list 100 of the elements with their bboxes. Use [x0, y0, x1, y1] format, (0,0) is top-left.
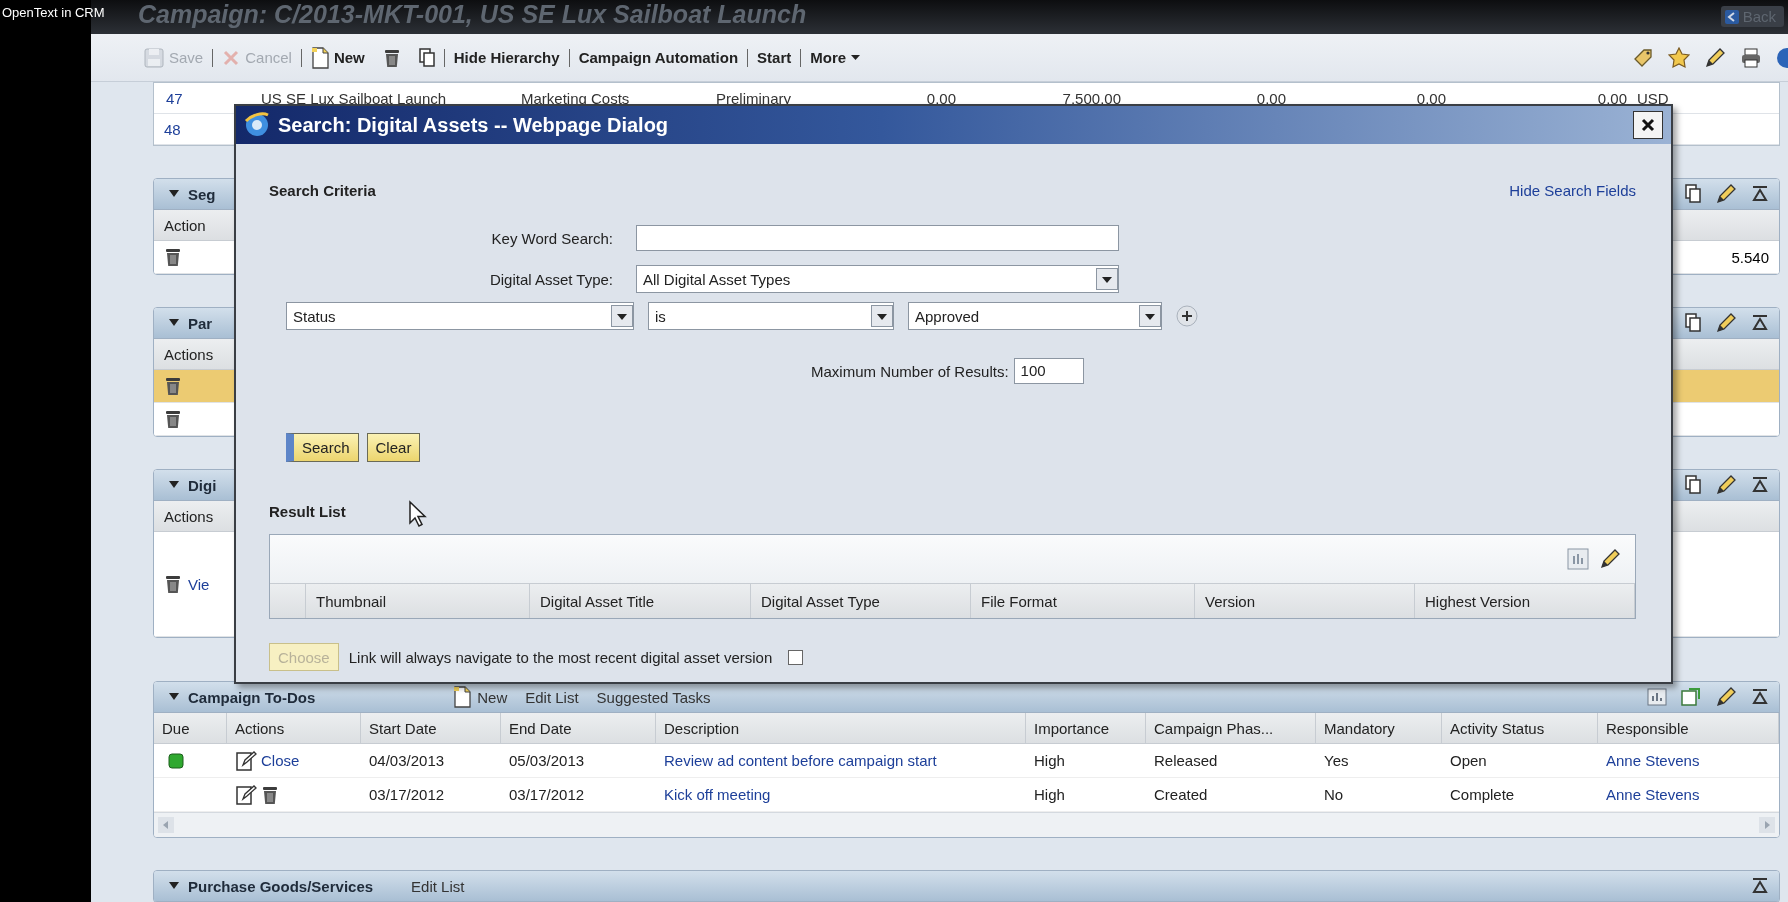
column-header: Actions	[227, 713, 361, 743]
pencil-icon[interactable]	[1715, 474, 1737, 496]
trash-icon[interactable]	[164, 574, 182, 594]
column-header: Importance	[1026, 713, 1146, 743]
section-title: Result List	[269, 503, 346, 522]
toolbar-button[interactable]: Start	[748, 45, 801, 70]
add-criterion-icon[interactable]	[1176, 305, 1198, 327]
edit-note-icon[interactable]	[235, 783, 257, 806]
clear-button[interactable]: Clear	[366, 433, 421, 462]
toolbar-link[interactable]: Suggested Tasks	[596, 688, 711, 706]
copy-icon[interactable]	[1685, 313, 1701, 333]
mouse-pointer-icon	[408, 500, 428, 528]
expand-triangle-icon[interactable]	[168, 881, 180, 891]
collapse-icon[interactable]	[1751, 688, 1769, 706]
table-cell-text: Preliminary	[716, 89, 792, 107]
expand-triangle-icon[interactable]	[168, 692, 180, 702]
close-link[interactable]: Close	[261, 752, 300, 769]
column-header: Description	[656, 713, 1026, 743]
field-label: Key Word Search:	[490, 229, 613, 247]
app-icon	[244, 112, 270, 138]
section-toggle[interactable]: Seg	[168, 185, 216, 203]
export-icon[interactable]	[1681, 687, 1701, 707]
expand-triangle-icon[interactable]	[168, 189, 180, 199]
table-settings-icon[interactable]	[1647, 687, 1667, 707]
column-header[interactable]: Highest Version	[1415, 584, 1635, 618]
section-toggle[interactable]: Campaign To-Dos	[168, 688, 316, 706]
collapse-icon[interactable]	[1751, 476, 1769, 494]
table-cell-text: No	[1323, 786, 1345, 803]
section-toggle[interactable]: Digi	[168, 476, 217, 494]
table-settings-icon[interactable]	[1567, 548, 1589, 570]
dialog-title: Search: Digital Assets -- Webpage Dialog	[278, 113, 670, 137]
value-dropdown[interactable]: Approved	[908, 302, 1162, 330]
column-header[interactable]: Digital Asset Title	[530, 584, 751, 618]
field-label: Digital Asset Type:	[488, 270, 613, 288]
help-icon[interactable]	[1776, 46, 1788, 69]
tag-icon[interactable]	[1632, 46, 1654, 69]
toolbar-link[interactable]: Edit List	[411, 877, 465, 895]
edit-note-icon[interactable]	[235, 749, 257, 772]
toolbar-button[interactable]: Campaign Automation	[569, 45, 748, 70]
column-header: Start Date	[361, 713, 501, 743]
copy-icon[interactable]	[1685, 184, 1701, 204]
column-header[interactable]: Version	[1195, 584, 1415, 618]
column-header[interactable]: File Format	[971, 584, 1195, 618]
table-cell-text: Yes	[1323, 752, 1350, 769]
printer-icon[interactable]	[1740, 46, 1762, 69]
table-cell-text: 0.00	[1415, 89, 1446, 107]
row-number-link[interactable]: 47	[154, 89, 261, 107]
column-header[interactable]: Thumbnail	[306, 584, 530, 618]
keyword-search-field[interactable]	[636, 225, 1119, 251]
section-toggle[interactable]: Purchase Goods/Services	[168, 877, 374, 895]
table-cell-text: Complete	[1449, 786, 1516, 803]
trash-icon[interactable]	[164, 376, 182, 396]
copy-icon[interactable]	[1685, 475, 1701, 495]
max-results-field[interactable]: 100	[1013, 358, 1084, 384]
trash-icon[interactable]	[164, 409, 182, 429]
table-cell-text: Open	[1449, 752, 1488, 769]
collapse-icon[interactable]	[1751, 314, 1769, 332]
new-button[interactable]: New	[301, 45, 374, 70]
pencil-icon[interactable]	[1715, 686, 1737, 708]
column-header: Responsible	[1598, 713, 1779, 743]
star-badge-icon[interactable]	[1668, 46, 1690, 69]
table-cell-text: 0.00	[925, 89, 956, 107]
collapse-icon[interactable]	[1751, 877, 1769, 895]
expand-triangle-icon[interactable]	[168, 480, 180, 490]
column-header[interactable]: Digital Asset Type	[751, 584, 971, 618]
trash-icon[interactable]	[261, 784, 279, 805]
table-cell-text: 7,500.00	[1061, 89, 1121, 107]
collapse-icon[interactable]	[1751, 185, 1769, 203]
trash-icon[interactable]	[164, 247, 182, 267]
close-button[interactable]	[1633, 111, 1663, 139]
checkbox-label: Link will always navigate to the most recent digital asset version	[348, 648, 773, 666]
toolbar-link[interactable]: Edit List	[525, 688, 579, 706]
toolbar-button[interactable]: Hide Hierarchy	[444, 45, 569, 70]
expand-triangle-icon[interactable]	[168, 318, 180, 328]
field-label: Maximum Number of Results:	[811, 362, 1009, 380]
description-link[interactable]: Review ad content before campaign start	[656, 752, 1026, 769]
operator-dropdown[interactable]: is	[648, 302, 894, 330]
table-cell-text: 0.00	[1255, 89, 1286, 107]
checkbox[interactable]	[788, 649, 804, 665]
more-menu-button[interactable]: More	[801, 45, 870, 70]
search-button[interactable]: Search	[286, 433, 359, 462]
pencil-icon[interactable]	[1715, 183, 1737, 205]
new-document-icon	[310, 46, 329, 69]
table-cell-text: Released	[1153, 752, 1219, 769]
new-button[interactable]: New	[453, 686, 508, 708]
close-icon	[1641, 118, 1655, 132]
field-dropdown[interactable]: Status	[286, 302, 634, 330]
view-link[interactable]: Vie	[188, 575, 210, 593]
pencil-icon[interactable]	[1599, 548, 1621, 570]
responsible-link[interactable]: Anne Stevens	[1598, 786, 1779, 803]
asset-type-dropdown[interactable]: All Digital Asset Types	[636, 265, 1119, 293]
trash-icon	[382, 47, 401, 68]
hide-search-fields-link[interactable]: Hide Search Fields	[1509, 181, 1636, 199]
pencil-icon[interactable]	[1704, 46, 1726, 69]
pencil-icon[interactable]	[1715, 312, 1737, 334]
description-link[interactable]: Kick off meeting	[656, 786, 1026, 803]
table-cell-text: US SE Lux Sailboat Launch	[261, 89, 448, 107]
responsible-link[interactable]: Anne Stevens	[1598, 752, 1779, 769]
section-toggle[interactable]: Par	[168, 314, 213, 332]
column-header: End Date	[501, 713, 656, 743]
